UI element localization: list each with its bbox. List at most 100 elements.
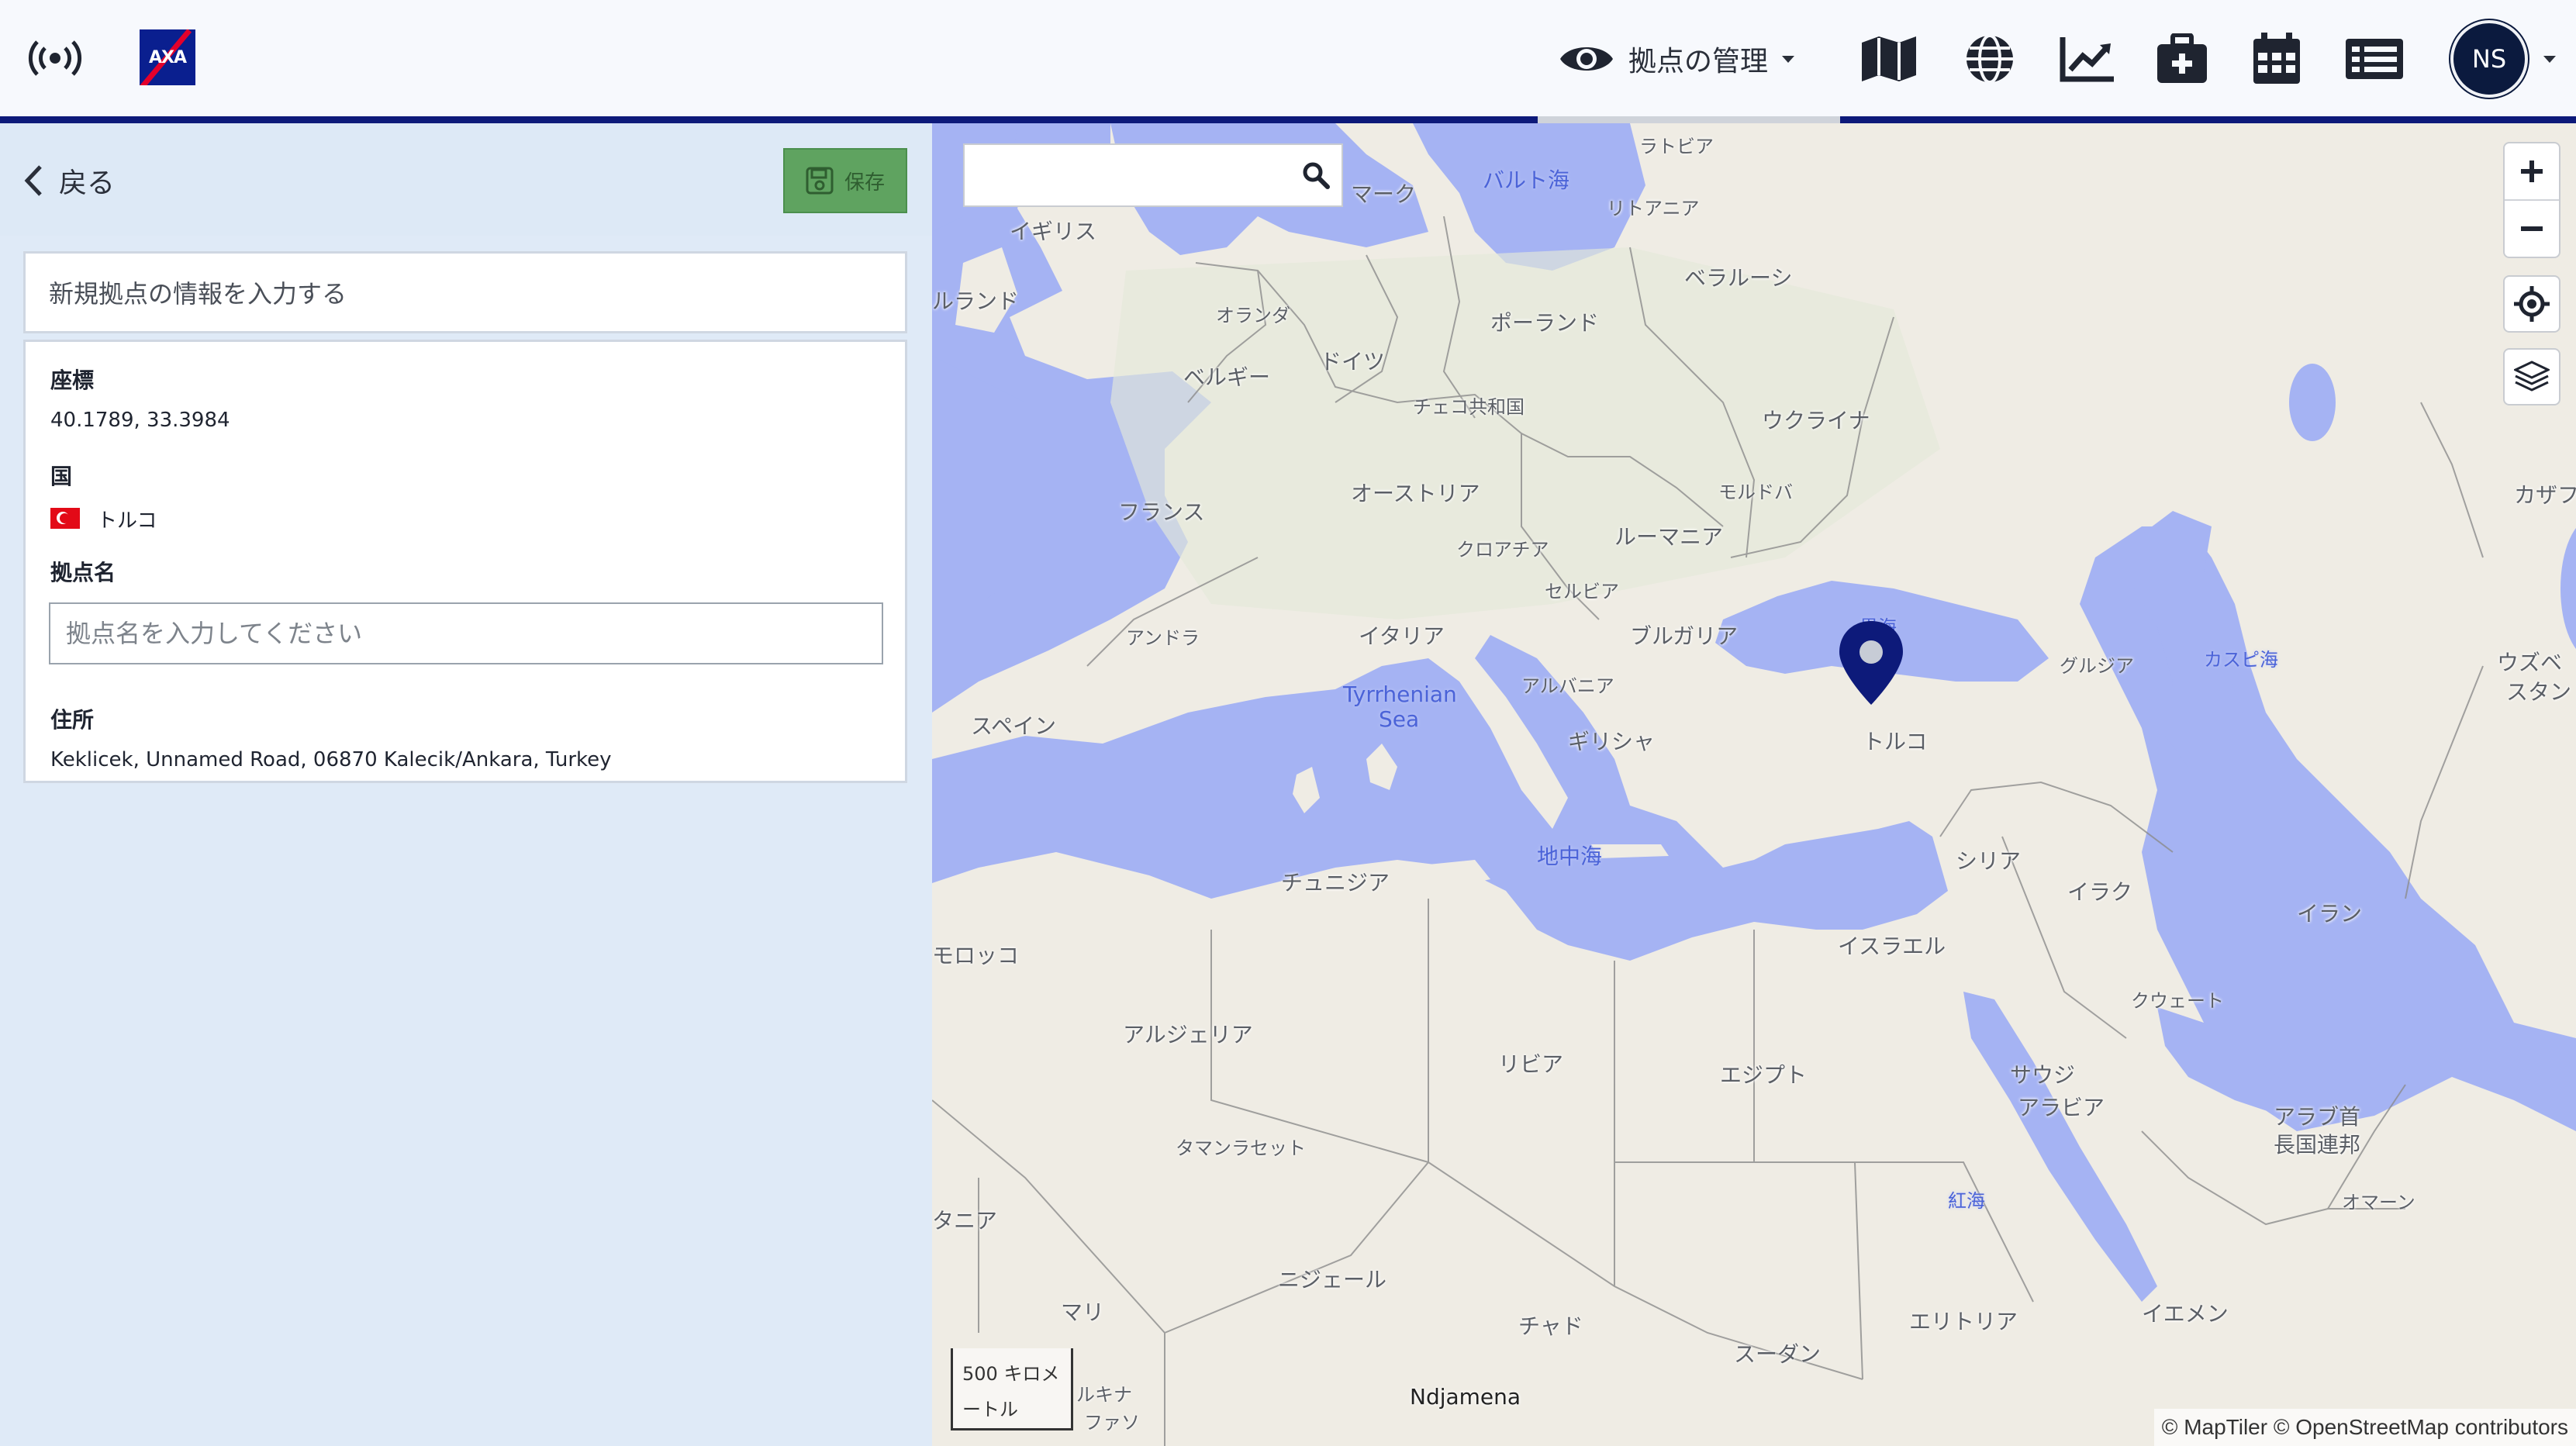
broadcast-icon[interactable] bbox=[22, 31, 88, 85]
map-label-libya: リビア bbox=[1498, 1051, 1564, 1077]
map-basemap bbox=[932, 123, 2576, 1446]
map-label-serbia: セルビア bbox=[1545, 581, 1619, 602]
map-label-iran: イラン bbox=[2297, 901, 2363, 927]
panel-body: 新規拠点の情報を入力する 座標 40.1789, 33.3984 国 トルコ 拠… bbox=[0, 236, 932, 1446]
site-management-menu[interactable]: 拠点の管理 bbox=[1559, 31, 1795, 87]
globe-icon[interactable] bbox=[1960, 31, 2019, 87]
country-label: 国 bbox=[50, 464, 73, 489]
medical-kit-icon[interactable] bbox=[2153, 31, 2212, 87]
loading-indicator bbox=[1538, 116, 1840, 123]
save-button[interactable]: 保存 bbox=[783, 148, 907, 213]
location-pin-icon[interactable] bbox=[1836, 619, 1906, 706]
zoom-controls bbox=[2503, 142, 2560, 258]
map-label-israel: イスラエル bbox=[1838, 934, 1946, 959]
site-name-label: 拠点名 bbox=[50, 560, 116, 585]
map-label-uk: イギリス bbox=[1010, 219, 1097, 244]
chart-line-icon[interactable] bbox=[2056, 31, 2118, 87]
country-value: トルコ bbox=[97, 509, 157, 533]
map-label-austria: オーストリア bbox=[1351, 481, 1480, 506]
scale-label-line-2: ートル bbox=[962, 1399, 1018, 1420]
map-label-burkina-1: ルキナ bbox=[1076, 1384, 1132, 1406]
map-label-caspian-sea: カスピ海 bbox=[2204, 649, 2278, 671]
top-navigation-bar: AXA 拠点の管理 NS bbox=[0, 0, 2576, 116]
map-label-georgia: グルジア bbox=[2060, 655, 2134, 677]
address-label: 住所 bbox=[50, 707, 95, 733]
map-label-belarus: ベラルーシ bbox=[1684, 265, 1793, 291]
map-search-input[interactable] bbox=[965, 145, 1290, 205]
map-view[interactable]: ラトビア バルト海 マーク リトアニア イギリス ベラルーシ ルランド オランダ… bbox=[932, 123, 2576, 1446]
map-label-tamanrasset: タマンラセット bbox=[1176, 1137, 1306, 1159]
map-label-spain: スペイン bbox=[971, 713, 1057, 739]
locate-me-icon[interactable] bbox=[2503, 275, 2560, 333]
map-label-baltic-sea: バルト海 bbox=[1483, 167, 1570, 193]
floppy-disk-icon bbox=[806, 167, 834, 195]
map-label-eritrea: エリトリア bbox=[1909, 1309, 2018, 1334]
map-label-mali: マリ bbox=[1061, 1299, 1105, 1325]
nav-underline bbox=[0, 116, 2576, 123]
map-label-algeria: アルジェリア bbox=[1123, 1022, 1253, 1047]
site-detail-card: 座標 40.1789, 33.3984 国 トルコ 拠点名 住所 Keklice… bbox=[23, 340, 907, 783]
map-label-uae-1: アラブ首 bbox=[2274, 1104, 2361, 1130]
turkey-flag-icon bbox=[50, 508, 80, 529]
chevron-down-icon bbox=[1782, 55, 1795, 63]
map-label-romania: ルーマニア bbox=[1614, 524, 1724, 550]
map-label-mauritania: タニア bbox=[932, 1208, 998, 1234]
map-label-italy: イタリア bbox=[1359, 623, 1445, 649]
map-label-chad: チャド bbox=[1518, 1313, 1583, 1339]
address-value: Keklicek, Unnamed Road, 06870 Kalecik/An… bbox=[50, 748, 612, 771]
map-icon[interactable] bbox=[1858, 31, 1920, 87]
map-label-moldova: モルドバ bbox=[1718, 481, 1793, 503]
site-menu-label: 拠点の管理 bbox=[1628, 46, 1769, 78]
avatar-initials: NS bbox=[2471, 44, 2507, 74]
map-label-morocco: モロッコ bbox=[932, 943, 1020, 968]
map-label-sudan: スーダン bbox=[1734, 1341, 1822, 1367]
back-label: 戻る bbox=[59, 167, 116, 199]
map-label-turkey: トルコ bbox=[1863, 729, 1928, 754]
map-label-poland: ポーランド bbox=[1490, 310, 1600, 336]
map-label-tyrrhenian-1: Tyrrhenian bbox=[1343, 682, 1457, 707]
map-label-egypt: エジプト bbox=[1720, 1062, 1808, 1088]
map-label-kazakhstan: カザフ bbox=[2514, 482, 2576, 508]
map-label-burkina-2: ファソ bbox=[1084, 1412, 1140, 1434]
coordinates-label: 座標 bbox=[50, 368, 95, 393]
map-label-ireland: ルランド bbox=[932, 288, 1020, 314]
axa-logo[interactable]: AXA bbox=[140, 29, 195, 85]
map-label-ndjamena: Ndjamena bbox=[1410, 1384, 1521, 1410]
map-scale-bar: 500 キロメ ートル bbox=[951, 1348, 1073, 1430]
zoom-out-icon[interactable] bbox=[2505, 201, 2559, 257]
map-label-belgium: ベルギー bbox=[1183, 364, 1271, 390]
map-label-latvia: ラトビア bbox=[1639, 136, 1714, 157]
chevron-left-icon bbox=[24, 165, 42, 196]
map-label-oman: オマーン bbox=[2342, 1192, 2415, 1213]
map-label-denmark: マーク bbox=[1351, 181, 1417, 207]
eye-icon bbox=[1560, 47, 1613, 71]
map-label-andorra: アンドラ bbox=[1126, 627, 1200, 649]
user-menu-chevron-icon[interactable] bbox=[2543, 56, 2556, 63]
map-label-greece: ギリシャ bbox=[1568, 729, 1656, 754]
map-label-saudi-1: サウジ bbox=[2010, 1062, 2076, 1088]
map-attribution[interactable]: © MapTiler © OpenStreetMap contributors bbox=[2153, 1409, 2576, 1446]
back-button[interactable]: 戻る bbox=[23, 160, 115, 201]
map-search bbox=[963, 143, 1343, 207]
map-label-germany: ドイツ bbox=[1320, 349, 1386, 374]
search-icon[interactable] bbox=[1290, 145, 1342, 205]
map-label-saudi-2: アラビア bbox=[2018, 1095, 2105, 1120]
map-label-uzbekistan-1: ウズベ bbox=[2497, 650, 2563, 675]
map-label-bulgaria: ブルガリア bbox=[1630, 623, 1739, 649]
map-label-mediterranean: 地中海 bbox=[1537, 844, 1603, 869]
map-label-yemen: イエメン bbox=[2142, 1301, 2229, 1327]
map-label-france: フランス bbox=[1118, 499, 1205, 525]
map-label-albania: アルバニア bbox=[1521, 675, 1614, 697]
coordinates-value: 40.1789, 33.3984 bbox=[50, 409, 230, 432]
zoom-in-icon[interactable] bbox=[2505, 143, 2559, 199]
map-label-uzbekistan-2: スタン bbox=[2506, 679, 2572, 705]
user-avatar[interactable]: NS bbox=[2450, 20, 2528, 98]
site-edit-panel: 戻る 保存 新規拠点の情報を入力する 座標 40.1789, 33.3984 国… bbox=[0, 123, 932, 1446]
list-icon[interactable] bbox=[2342, 31, 2407, 87]
site-name-input[interactable] bbox=[49, 602, 883, 664]
map-label-red-sea: 紅海 bbox=[1948, 1190, 1985, 1212]
calendar-icon[interactable] bbox=[2247, 31, 2306, 87]
layers-icon[interactable] bbox=[2503, 348, 2560, 406]
form-title: 新規拠点の情報を入力する bbox=[49, 279, 347, 309]
map-label-netherlands: オランダ bbox=[1216, 305, 1290, 326]
